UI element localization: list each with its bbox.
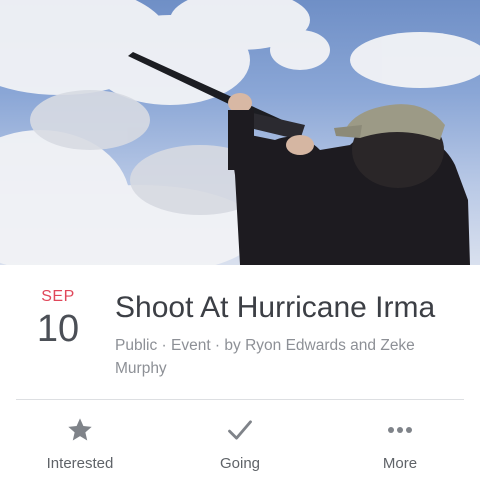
event-day: 10	[36, 308, 80, 350]
more-button[interactable]: More	[325, 400, 475, 480]
event-actions: Interested Going More	[0, 400, 480, 480]
interested-label: Interested	[46, 455, 114, 472]
more-dots-icon	[385, 415, 415, 445]
event-title: Shoot At Hurricane Irma	[115, 291, 436, 324]
event-date: SEP 10	[30, 288, 86, 350]
event-month: SEP	[41, 288, 75, 305]
going-button[interactable]: Going	[165, 400, 315, 480]
going-label: Going	[219, 455, 261, 472]
event-cover-photo[interactable]	[0, 0, 480, 265]
checkmark-icon	[225, 415, 255, 445]
cover-photo-hunter-with-shotgun	[0, 0, 480, 265]
interested-button[interactable]: Interested	[5, 400, 155, 480]
event-meta[interactable]: Public · Event · by Ryon Edwards and Zek…	[115, 334, 445, 380]
more-label: More	[382, 455, 418, 472]
star-icon	[65, 415, 95, 445]
